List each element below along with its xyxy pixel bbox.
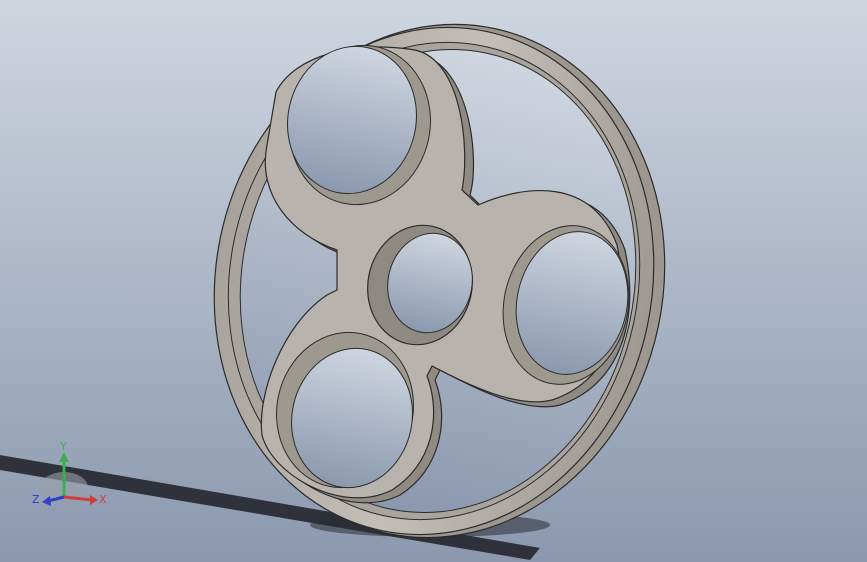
- view-orientation-triad[interactable]: Y X Z: [30, 440, 110, 515]
- y-axis-arrow: [59, 452, 69, 462]
- y-axis-label: Y: [59, 440, 67, 453]
- x-axis-arrow: [90, 495, 98, 505]
- graphics-viewport[interactable]: Y X Z: [0, 0, 867, 562]
- model-scene[interactable]: [0, 0, 867, 562]
- x-axis-label: X: [99, 493, 107, 506]
- z-axis-label: Z: [32, 493, 40, 506]
